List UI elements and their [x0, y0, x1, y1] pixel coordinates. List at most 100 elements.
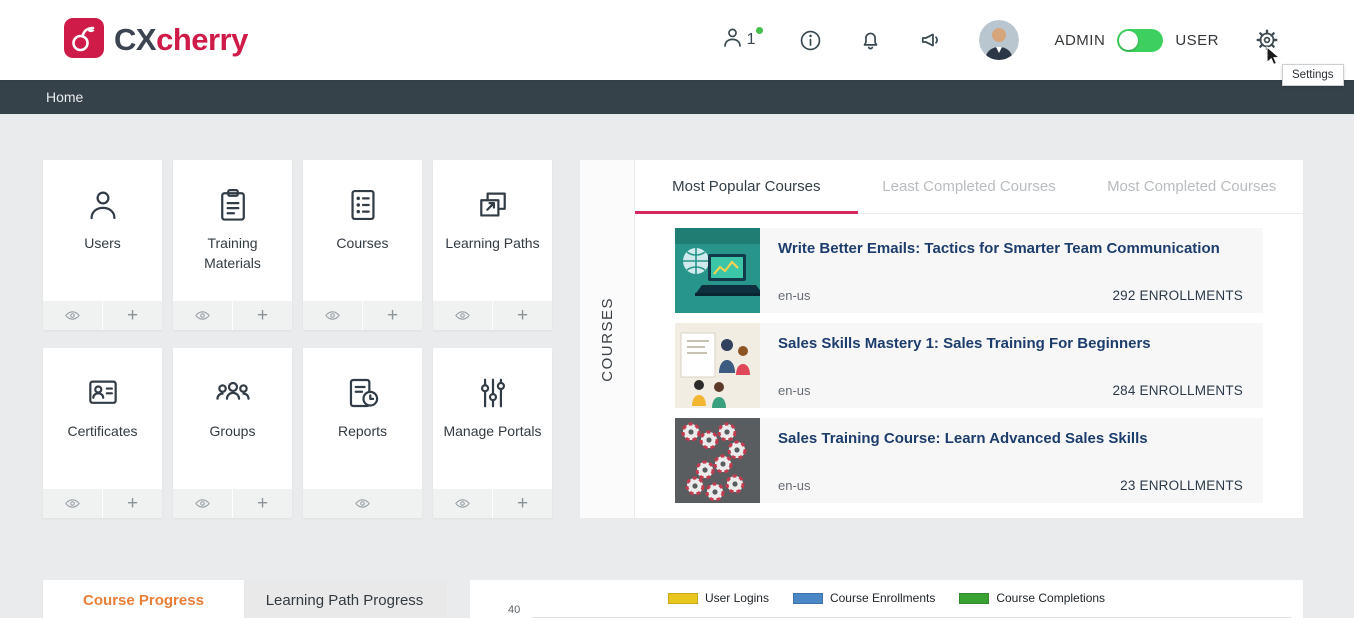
- legend-item-course-enrollments: Course Enrollments: [793, 591, 935, 605]
- card-users-body[interactable]: Users: [43, 160, 162, 301]
- add-certificate-button[interactable]: +: [103, 489, 162, 518]
- card-manage-portals-body[interactable]: Manage Portals: [433, 348, 552, 489]
- user-label: USER: [1175, 32, 1219, 49]
- breadcrumb-home[interactable]: Home: [46, 89, 83, 105]
- tab-most-completed-courses[interactable]: Most Completed Courses: [1080, 160, 1303, 213]
- course-enrollments: 23 ENROLLMENTS: [1120, 478, 1243, 493]
- cherry-logo-icon: [64, 18, 104, 63]
- card-users: Users +: [43, 160, 162, 330]
- online-users-button[interactable]: 1: [720, 25, 764, 55]
- users-icon: [84, 186, 122, 224]
- eye-icon: [454, 307, 471, 324]
- view-reports-button[interactable]: [303, 489, 422, 518]
- course-row[interactable]: Sales Training Course: Learn Advanced Sa…: [675, 418, 1263, 503]
- top-bar: CXcherry 1: [0, 0, 1354, 80]
- card-label: Learning Paths: [445, 233, 539, 253]
- card-groups-body[interactable]: Groups: [173, 348, 292, 489]
- card-training-materials: Training Materials +: [173, 160, 292, 330]
- course-thumbnail: [675, 228, 760, 313]
- legend-label: Course Completions: [996, 591, 1105, 605]
- card-courses-body[interactable]: Courses: [303, 160, 422, 301]
- plus-icon: +: [127, 306, 138, 325]
- card-learning-paths-body[interactable]: Learning Paths: [433, 160, 552, 301]
- progress-tabs: Course Progress Learning Path Progress: [43, 580, 445, 618]
- add-portal-button[interactable]: +: [493, 489, 552, 518]
- admin-user-toggle[interactable]: [1117, 29, 1163, 52]
- card-manage-portals-actions: +: [433, 489, 552, 518]
- notifications-button[interactable]: [858, 28, 883, 53]
- add-course-button[interactable]: +: [363, 301, 422, 330]
- view-training-materials-button[interactable]: [173, 301, 232, 330]
- add-group-button[interactable]: +: [233, 489, 292, 518]
- course-title: Sales Training Course: Learn Advanced Sa…: [778, 428, 1245, 450]
- view-groups-button[interactable]: [173, 489, 232, 518]
- manage-portals-icon: [474, 374, 512, 412]
- card-label: Certificates: [67, 421, 137, 441]
- legend-label: User Logins: [705, 591, 769, 605]
- card-learning-paths: Learning Paths +: [433, 160, 552, 330]
- view-learning-paths-button[interactable]: [433, 301, 492, 330]
- card-certificates-actions: +: [43, 489, 162, 518]
- add-training-material-button[interactable]: +: [233, 301, 292, 330]
- announcements-button[interactable]: [918, 27, 944, 53]
- courses-panel-tabs: Most Popular Courses Least Completed Cou…: [635, 160, 1303, 214]
- breadcrumb: Home: [0, 80, 1354, 114]
- course-title: Sales Skills Mastery 1: Sales Training F…: [778, 333, 1245, 355]
- courses-panel: Most Popular Courses Least Completed Cou…: [635, 160, 1303, 518]
- course-language: en-us: [778, 288, 811, 303]
- course-language: en-us: [778, 383, 811, 398]
- card-training-materials-body[interactable]: Training Materials: [173, 160, 292, 301]
- card-label: Reports: [338, 421, 387, 441]
- view-certificates-button[interactable]: [43, 489, 102, 518]
- page: CXcherry 1: [0, 0, 1354, 618]
- course-enrollments: 292 ENROLLMENTS: [1112, 288, 1243, 303]
- card-users-actions: +: [43, 301, 162, 330]
- card-label: Groups: [210, 421, 256, 441]
- add-user-button[interactable]: +: [103, 301, 162, 330]
- card-label: Users: [84, 233, 121, 253]
- plus-icon: +: [517, 306, 528, 325]
- tab-learning-path-progress[interactable]: Learning Path Progress: [244, 580, 445, 618]
- card-courses-actions: +: [303, 301, 422, 330]
- learning-paths-icon: [474, 186, 512, 224]
- view-portals-button[interactable]: [433, 489, 492, 518]
- eye-icon: [64, 307, 81, 324]
- info-button[interactable]: [798, 28, 823, 53]
- logo-cx: CX: [114, 22, 156, 57]
- logo-cherry: cherry: [156, 22, 248, 57]
- course-language: en-us: [778, 478, 811, 493]
- card-reports-body[interactable]: Reports: [303, 348, 422, 489]
- card-certificates: Certificates +: [43, 348, 162, 518]
- chart-legend: User Logins Course Enrollments Course Co…: [470, 580, 1303, 605]
- eye-icon: [194, 495, 211, 512]
- plus-icon: +: [257, 494, 268, 513]
- course-enrollments: 284 ENROLLMENTS: [1112, 383, 1243, 398]
- course-row[interactable]: Sales Skills Mastery 1: Sales Training F…: [675, 323, 1263, 408]
- card-reports: Reports: [303, 348, 422, 518]
- admin-label: ADMIN: [1054, 32, 1105, 49]
- tab-least-completed-courses[interactable]: Least Completed Courses: [858, 160, 1081, 213]
- card-certificates-body[interactable]: Certificates: [43, 348, 162, 489]
- legend-label: Course Enrollments: [830, 591, 935, 605]
- add-learning-path-button[interactable]: +: [493, 301, 552, 330]
- eye-icon: [454, 495, 471, 512]
- tab-most-popular-courses[interactable]: Most Popular Courses: [635, 160, 858, 213]
- course-list: Write Better Emails: Tactics for Smarter…: [635, 214, 1303, 503]
- course-thumbnail: [675, 418, 760, 503]
- logo-text: CXcherry: [114, 22, 248, 58]
- view-users-button[interactable]: [43, 301, 102, 330]
- avatar[interactable]: [979, 20, 1019, 60]
- course-info: Sales Training Course: Learn Advanced Sa…: [760, 418, 1263, 503]
- course-row[interactable]: Write Better Emails: Tactics for Smarter…: [675, 228, 1263, 313]
- view-courses-button[interactable]: [303, 301, 362, 330]
- tab-course-progress[interactable]: Course Progress: [43, 580, 244, 618]
- settings-tooltip: Settings: [1282, 64, 1344, 86]
- legend-swatch-green: [959, 593, 989, 604]
- card-manage-portals: Manage Portals +: [433, 348, 552, 518]
- admin-shortcut-cards: Users + Training Material: [43, 160, 552, 518]
- settings-button[interactable]: [1254, 27, 1280, 53]
- eye-icon: [324, 307, 341, 324]
- logo[interactable]: CXcherry: [64, 18, 248, 63]
- training-materials-icon: [214, 186, 252, 224]
- eye-icon: [194, 307, 211, 324]
